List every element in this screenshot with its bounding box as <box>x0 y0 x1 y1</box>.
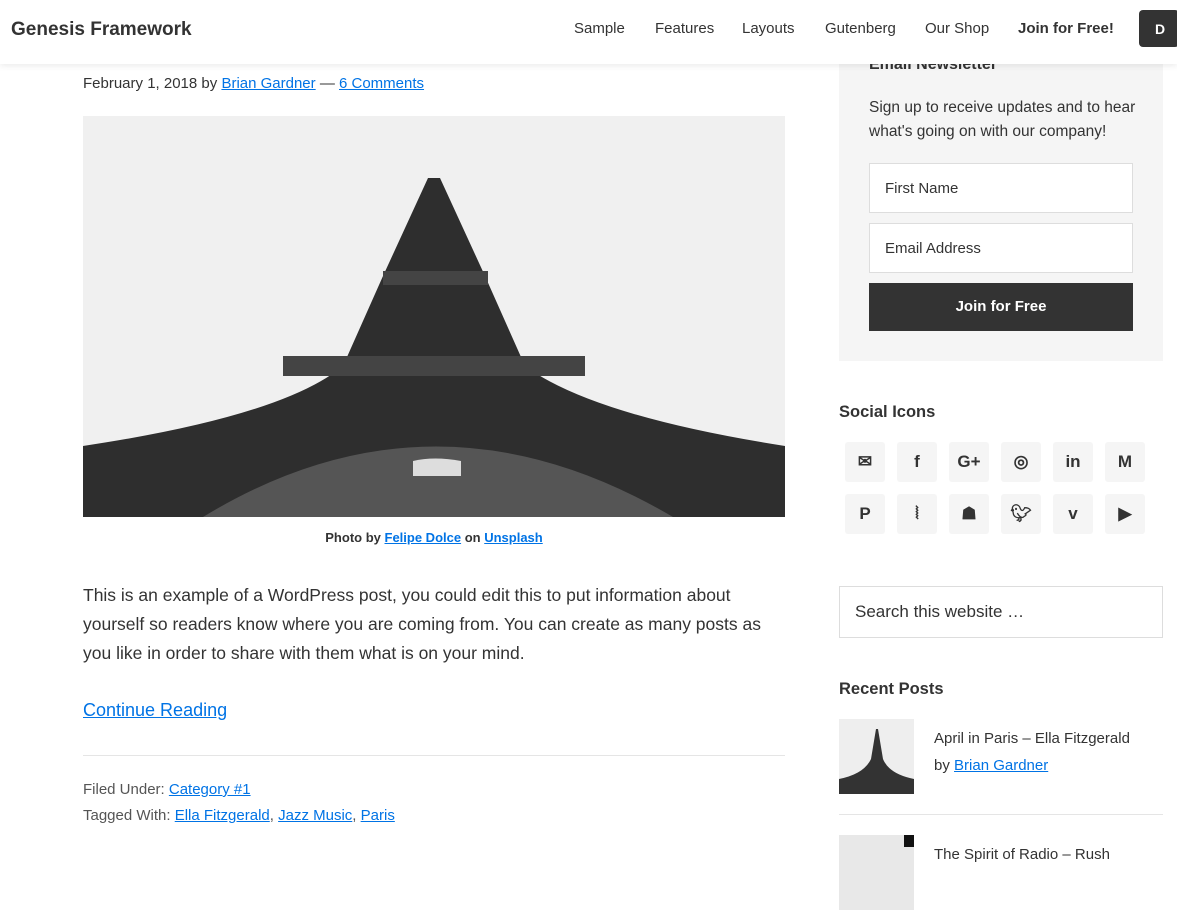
rss-icon[interactable]: ⦚ <box>897 494 937 534</box>
tag-link[interactable]: Jazz Music <box>278 807 352 824</box>
recent-post-title[interactable]: April in Paris – Ella Fitzgerald <box>934 725 1130 752</box>
social-title: Social Icons <box>839 403 936 421</box>
nav-features[interactable]: Features <box>655 20 714 37</box>
by-label: by <box>934 757 950 774</box>
author-link[interactable]: Brian Gardner <box>954 757 1048 774</box>
filed-label: Filed Under: <box>83 781 165 798</box>
separator: — <box>319 75 335 92</box>
comments-link[interactable]: 6 Comments <box>339 75 424 92</box>
nav-join[interactable]: Join for Free! <box>1018 20 1114 37</box>
by-label: by <box>201 75 218 92</box>
search-input[interactable]: Search this website … <box>839 586 1163 638</box>
google-plus-icon[interactable]: G+ <box>949 442 989 482</box>
tag-link[interactable]: Paris <box>361 807 395 824</box>
recent-post-title[interactable]: The Spirit of Radio – Rush <box>934 841 1110 868</box>
facebook-icon[interactable]: f <box>897 442 937 482</box>
divider <box>83 755 785 756</box>
email-input[interactable]: Email Address <box>869 223 1133 273</box>
email-icon[interactable]: ✉ <box>845 442 885 482</box>
nav-our-shop[interactable]: Our Shop <box>925 20 989 37</box>
first-name-input[interactable]: First Name <box>869 163 1133 213</box>
twitter-icon[interactable]: 🐦︎ <box>1001 494 1041 534</box>
caption-prefix: Photo by <box>325 530 381 545</box>
post-excerpt: This is an example of a WordPress post, … <box>83 585 761 663</box>
caption-on: on <box>464 530 481 545</box>
post-thumbnail[interactable] <box>839 719 914 794</box>
site-logo[interactable]: Genesis Framework <box>11 19 192 41</box>
tagged-label: Tagged With: <box>83 807 171 824</box>
category-link[interactable]: Category #1 <box>169 781 251 798</box>
linkedin-icon[interactable]: in <box>1053 442 1093 482</box>
newsletter-text: Sign up to receive updates and to hear w… <box>869 99 1136 140</box>
site-header: Genesis Framework Sample Features Layout… <box>0 0 1177 64</box>
filed-under: Filed Under: Category #1 <box>83 781 251 798</box>
eiffel-tower-photo <box>83 116 785 517</box>
join-button[interactable]: Join for Free <box>869 283 1133 331</box>
recent-posts-title: Recent Posts <box>839 680 944 698</box>
divider <box>839 814 1163 815</box>
author-link[interactable]: Brian Gardner <box>221 75 315 92</box>
tag-link[interactable]: Ella Fitzgerald <box>175 807 270 824</box>
recent-post-1: April in Paris – Ella Fitzgerald by Bria… <box>934 725 1130 779</box>
youtube-icon[interactable]: ▶ <box>1105 494 1145 534</box>
unsplash-link[interactable]: Unsplash <box>484 530 543 545</box>
snapchat-icon[interactable]: ☗ <box>949 494 989 534</box>
recent-post-2: The Spirit of Radio – Rush <box>934 841 1110 868</box>
nav-gutenberg[interactable]: Gutenberg <box>825 20 896 37</box>
continue-reading-link[interactable]: Continue Reading <box>83 700 227 721</box>
photographer-link[interactable]: Felipe Dolce <box>385 530 462 545</box>
photo-caption: Photo by Felipe Dolce on Unsplash <box>83 530 785 545</box>
pinterest-icon[interactable]: P <box>845 494 885 534</box>
tagged-with: Tagged With: Ella Fitzgerald, Jazz Music… <box>83 807 395 824</box>
post-meta: February 1, 2018 by Brian Gardner — 6 Co… <box>83 75 424 92</box>
post-thumbnail[interactable] <box>839 835 914 910</box>
header-button[interactable]: D <box>1139 10 1177 47</box>
instagram-icon[interactable]: ◎ <box>1001 442 1041 482</box>
nav-layouts[interactable]: Layouts <box>742 20 795 37</box>
nav-sample[interactable]: Sample <box>574 20 625 37</box>
vimeo-icon[interactable]: v <box>1053 494 1093 534</box>
post-date: February 1, 2018 <box>83 75 198 92</box>
medium-icon[interactable]: M <box>1105 442 1145 482</box>
